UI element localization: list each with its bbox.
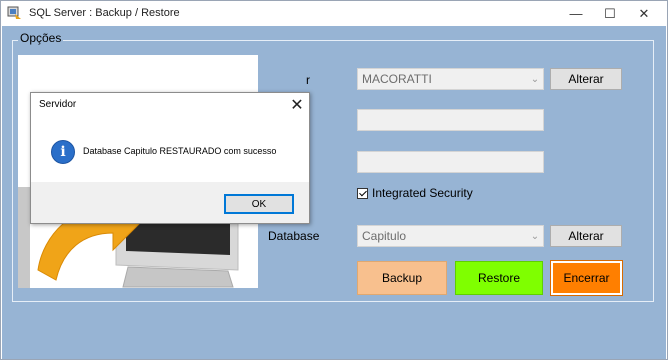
server-value: MACORATTI xyxy=(362,72,432,86)
title-bar[interactable]: SQL Server : Backup / Restore — ☐ ✕ xyxy=(1,1,667,26)
maximize-button[interactable]: ☐ xyxy=(595,1,625,26)
user-field[interactable] xyxy=(357,109,544,131)
backup-button[interactable]: Backup xyxy=(357,261,447,295)
database-value: Capitulo xyxy=(362,229,407,243)
info-icon: i xyxy=(51,140,75,164)
server-combobox[interactable]: MACORATTI ⌄ xyxy=(357,68,544,90)
dialog-body: i Database Capitulo RESTAURADO com suces… xyxy=(31,116,309,182)
close-window-button[interactable]: ✕ xyxy=(629,1,659,26)
change-database-button[interactable]: Alterar xyxy=(550,225,622,247)
dialog-footer: OK xyxy=(31,182,309,223)
change-server-button[interactable]: Alterar xyxy=(550,68,622,90)
restore-button[interactable]: Restore xyxy=(455,261,543,295)
options-legend: Opções xyxy=(18,31,64,45)
dialog-title: Servidor xyxy=(39,99,77,110)
chevron-down-icon[interactable]: ⌄ xyxy=(527,226,543,246)
integrated-security-row[interactable]: Integrated Security xyxy=(357,186,473,200)
message-dialog: Servidor ✕ i Database Capitulo RESTAURAD… xyxy=(30,92,310,224)
server-label: r xyxy=(306,73,310,87)
window-title: SQL Server : Backup / Restore xyxy=(29,7,180,19)
integrated-security-label: Integrated Security xyxy=(372,186,473,200)
database-combobox[interactable]: Capitulo ⌄ xyxy=(357,225,544,247)
password-field[interactable] xyxy=(357,151,544,173)
dialog-message: Database Capitulo RESTAURADO com sucesso xyxy=(83,146,277,156)
minimize-button[interactable]: — xyxy=(561,1,591,26)
ok-button[interactable]: OK xyxy=(224,194,294,214)
chevron-down-icon[interactable]: ⌄ xyxy=(527,69,543,89)
exit-button[interactable]: Encerrar xyxy=(550,260,623,296)
app-icon xyxy=(7,6,21,19)
dialog-title-bar[interactable]: Servidor ✕ xyxy=(31,93,309,116)
close-icon[interactable]: ✕ xyxy=(287,95,307,115)
integrated-security-checkbox[interactable] xyxy=(357,187,368,199)
database-label: Database xyxy=(268,229,320,243)
